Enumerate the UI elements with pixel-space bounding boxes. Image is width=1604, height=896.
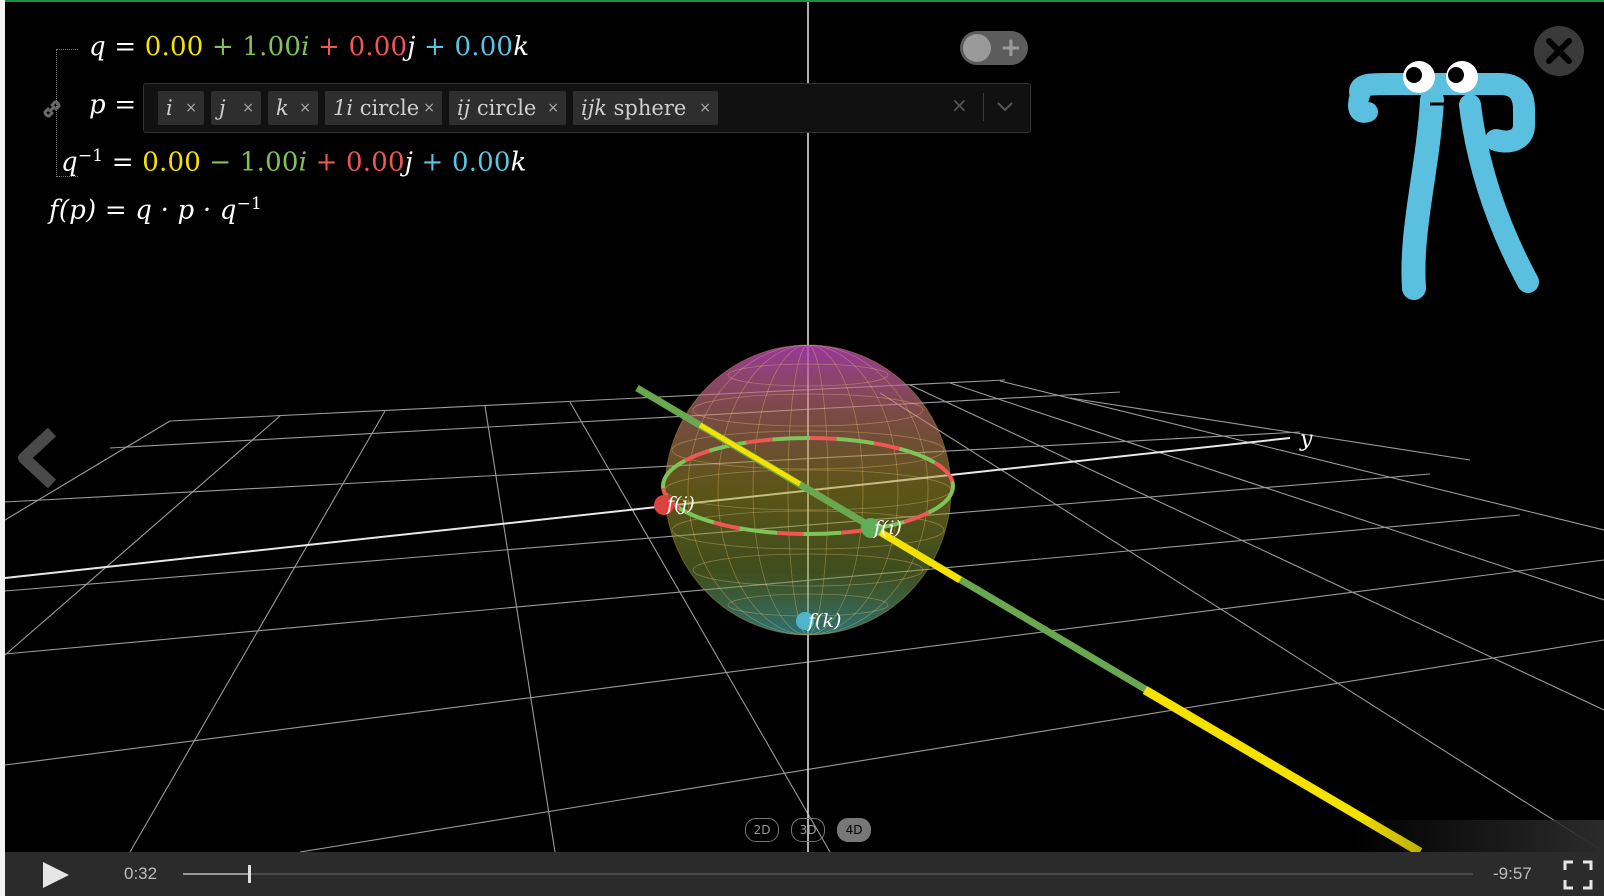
seek-bar-progress bbox=[183, 873, 249, 875]
play-icon[interactable] bbox=[39, 860, 73, 890]
video-controls: 0:32 -9:57 bbox=[5, 852, 1604, 896]
p-input-multiselect[interactable]: i × j × k × 1i circle × ij circle × ijk spher… bbox=[143, 83, 1031, 133]
chip-remove-icon[interactable]: × bbox=[185, 91, 197, 125]
y-axis-label: y bbox=[1299, 427, 1313, 452]
bracket-tick-top bbox=[56, 49, 78, 51]
chip-remove-icon[interactable]: × bbox=[547, 91, 559, 125]
chevron-down-icon[interactable] bbox=[996, 101, 1014, 113]
dim-4d-button[interactable]: 4D bbox=[837, 818, 871, 842]
equation-q-inverse: q−1 = 0.00 − 1.00i + 0.00j + 0.00k bbox=[61, 146, 527, 178]
chip-remove-icon[interactable]: × bbox=[423, 91, 435, 125]
chip-remove-icon[interactable]: × bbox=[242, 91, 254, 125]
seek-bar[interactable] bbox=[183, 873, 1473, 875]
chip-ijk-sphere[interactable]: ijk sphere × bbox=[573, 91, 718, 125]
toggle-add-icon: + bbox=[1000, 33, 1022, 63]
toggle-knob bbox=[963, 34, 991, 62]
chip-remove-icon[interactable]: × bbox=[299, 91, 311, 125]
close-button[interactable] bbox=[1534, 26, 1584, 76]
elapsed-time: 0:32 bbox=[124, 864, 158, 883]
remaining-time: -9:57 bbox=[1493, 864, 1532, 883]
equation-q: q = 0.00 + 1.00i + 0.00j + 0.00k bbox=[89, 32, 530, 62]
pi-creature-logo bbox=[1348, 61, 1539, 300]
input-separator bbox=[983, 93, 984, 121]
back-chevron-icon[interactable] bbox=[18, 427, 57, 489]
link-icon[interactable] bbox=[39, 96, 65, 122]
fullscreen-icon[interactable] bbox=[1563, 860, 1593, 890]
label-fk: f(k) bbox=[806, 610, 841, 632]
dim-2d-button[interactable]: 2D bbox=[745, 818, 779, 842]
chip-j[interactable]: j × bbox=[211, 91, 261, 125]
chip-k[interactable]: k × bbox=[268, 91, 318, 125]
chip-1i-circle[interactable]: 1i circle × bbox=[325, 91, 442, 125]
equation-f: f(p) = q · p · q−1 bbox=[49, 194, 263, 226]
chip-i[interactable]: i × bbox=[158, 91, 204, 125]
clear-all-icon[interactable]: × bbox=[951, 93, 968, 117]
chip-ij-circle[interactable]: ij circle × bbox=[449, 91, 566, 125]
dim-3d-button[interactable]: 3D bbox=[791, 818, 825, 842]
label-fj: f(j) bbox=[665, 493, 695, 515]
add-toggle[interactable]: + bbox=[960, 31, 1028, 65]
bottom-fade bbox=[1350, 820, 1604, 852]
close-icon bbox=[1546, 38, 1572, 64]
y-axis bbox=[5, 437, 1291, 579]
seek-thumb[interactable] bbox=[247, 865, 251, 883]
chip-remove-icon[interactable]: × bbox=[699, 91, 711, 125]
label-fi: f(i) bbox=[872, 517, 902, 539]
equation-p-label: p = bbox=[89, 90, 137, 120]
